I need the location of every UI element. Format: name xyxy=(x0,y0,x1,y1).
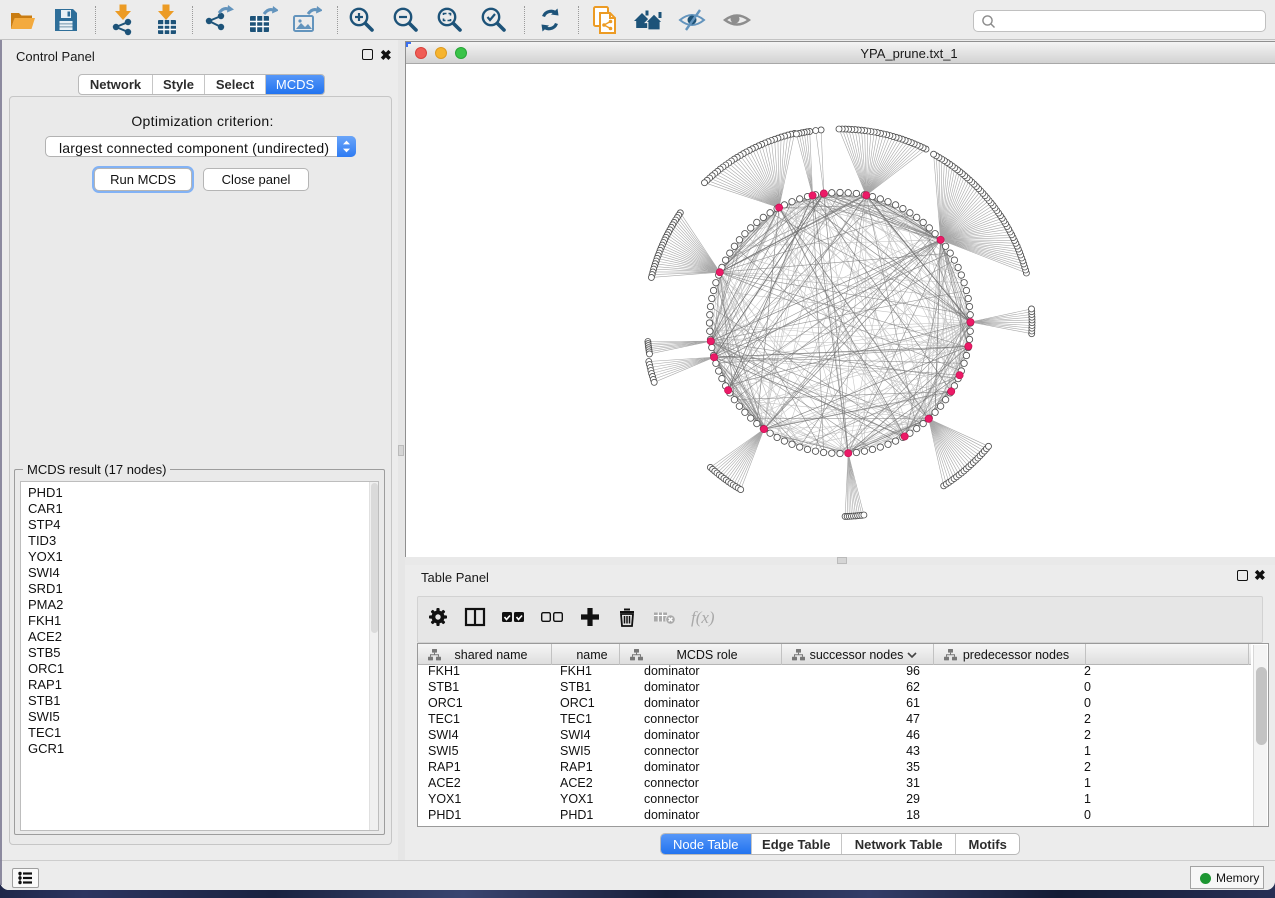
svg-text:f(x): f(x) xyxy=(691,608,715,627)
